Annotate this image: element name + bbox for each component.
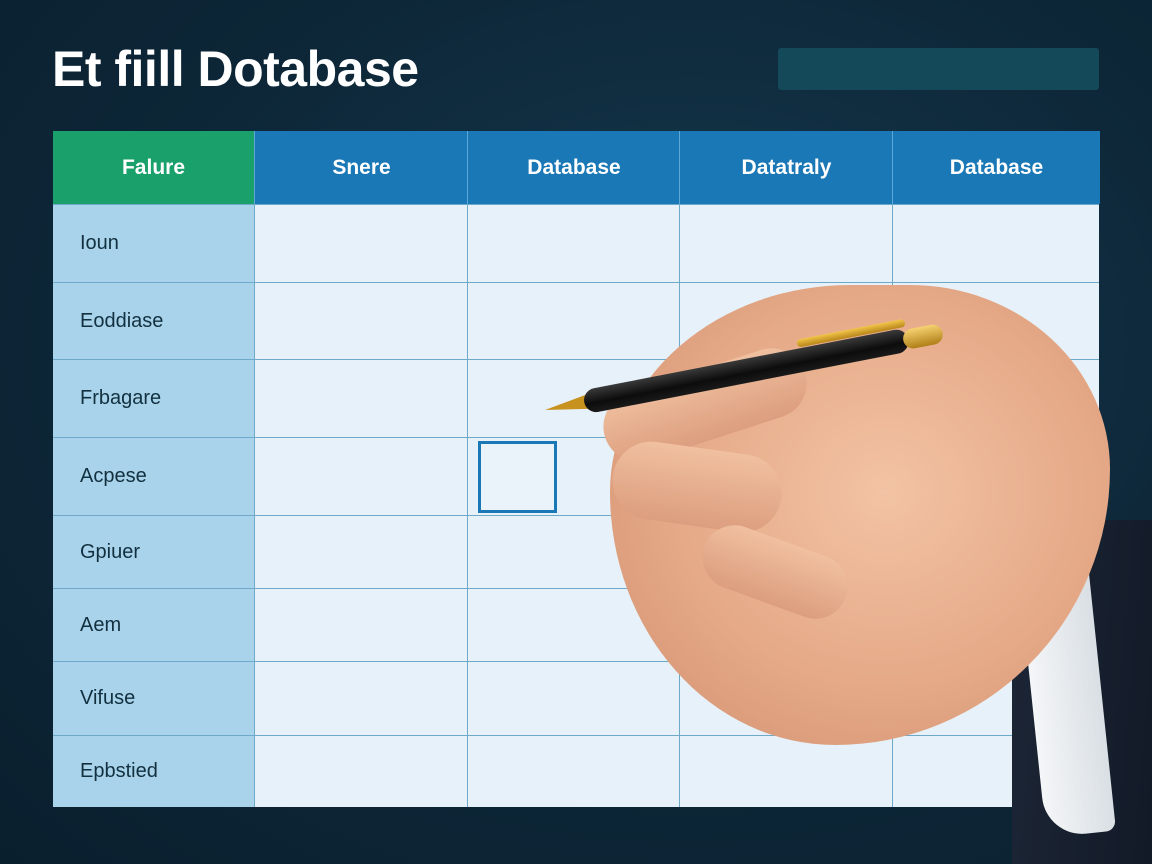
table-cell[interactable] [254,437,467,515]
row-label: Gpiuer [53,515,254,588]
table-cell[interactable] [254,661,467,735]
table-cell[interactable] [254,588,467,661]
table-cell[interactable] [467,661,679,735]
table-cell[interactable] [254,515,467,588]
row-label: Ioun [53,204,254,282]
table-cell[interactable] [467,282,679,359]
column-header-1[interactable]: Falure [53,131,254,204]
column-header-2[interactable]: Snere [254,131,468,204]
table-cell[interactable] [254,204,467,282]
table-cell[interactable] [892,204,1099,282]
row-label: Frbagare [53,359,254,437]
row-label: Acpese [53,437,254,515]
pen-cap [901,322,945,351]
pen-tip-icon [543,395,588,417]
column-header-4[interactable]: Datatraly [679,131,893,204]
page-title: Et fiill Dotabase [52,41,419,97]
selected-cell[interactable] [478,441,557,513]
table-cell[interactable] [679,204,892,282]
table-cell[interactable] [254,735,467,807]
row-label: Eoddiase [53,282,254,359]
column-header-5[interactable]: Database [892,131,1100,204]
table-cell[interactable] [467,735,679,807]
table-cell[interactable] [679,735,892,807]
table-cell[interactable] [467,204,679,282]
row-label: Aem [53,588,254,661]
row-label: Epbstied [53,735,254,807]
table-cell[interactable] [254,359,467,437]
row-label: Vifuse [53,661,254,735]
search-input[interactable] [778,48,1099,90]
table-cell[interactable] [254,282,467,359]
column-header-3[interactable]: Database [467,131,680,204]
